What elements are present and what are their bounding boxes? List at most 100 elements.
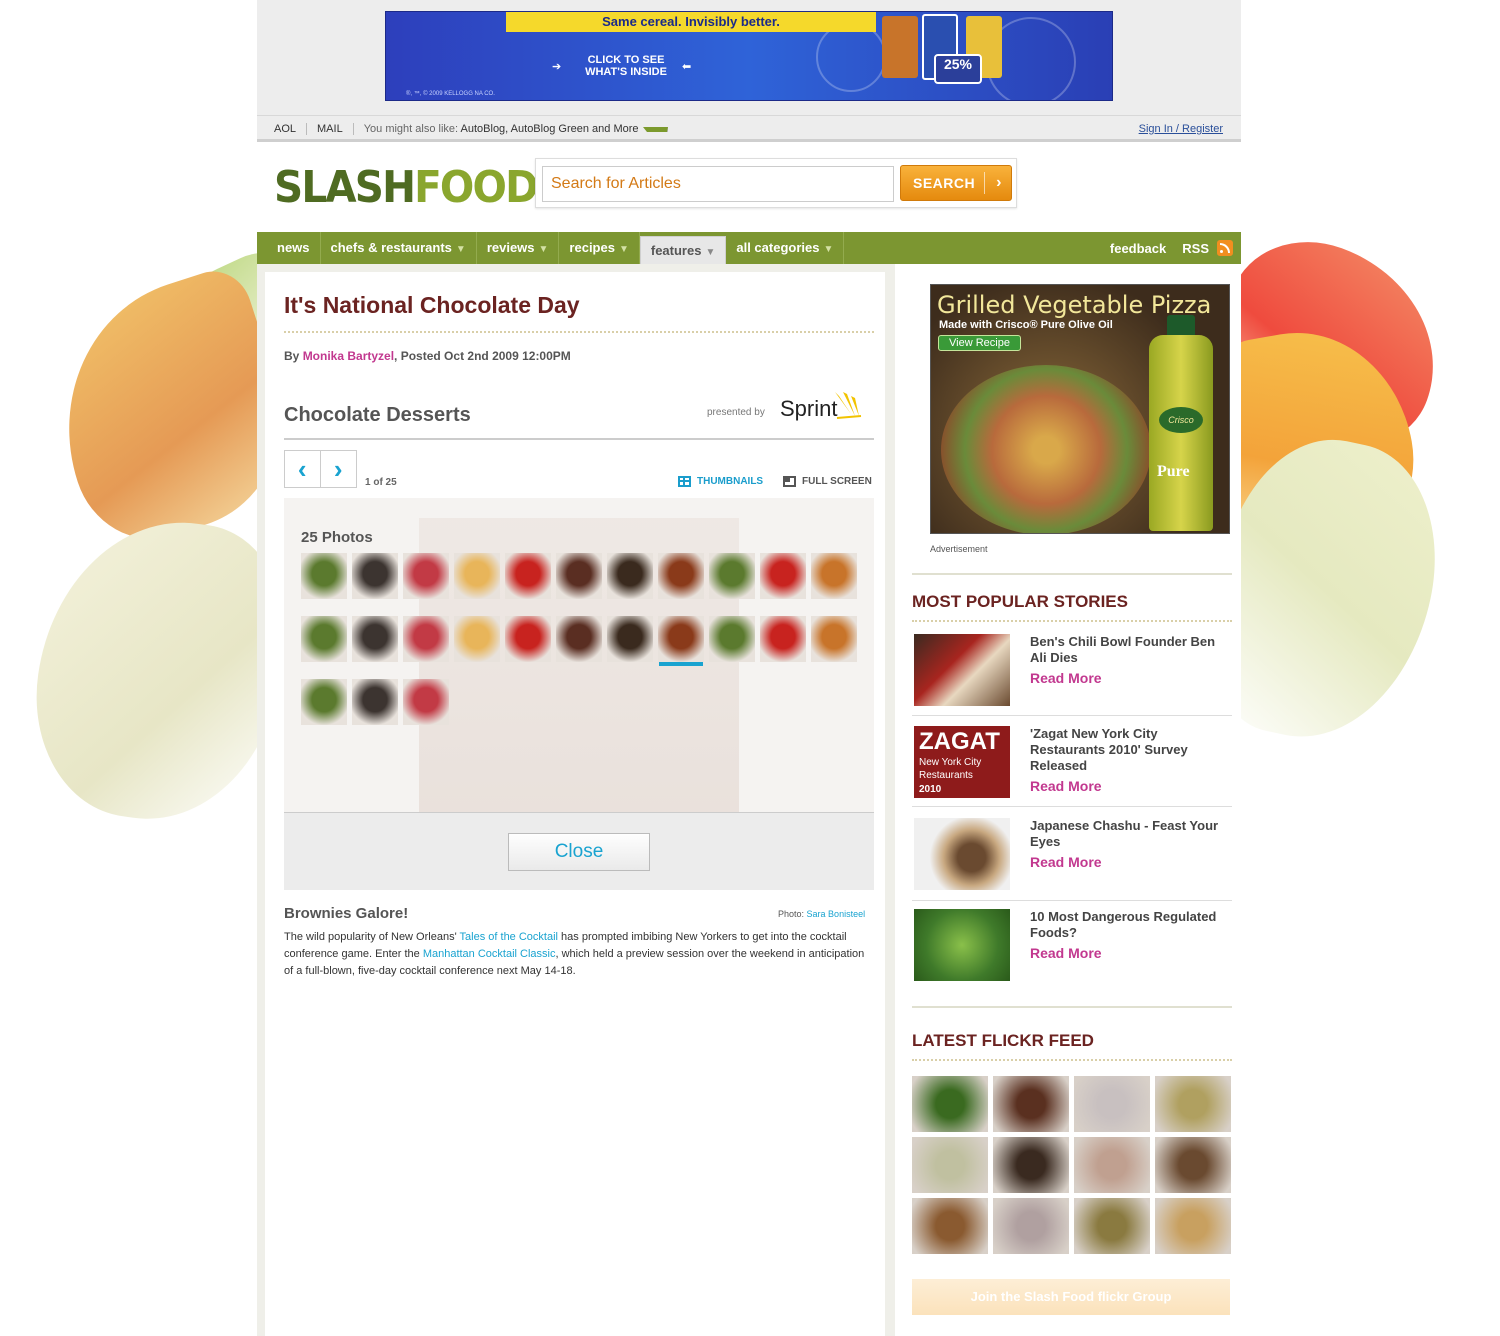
- flickr-photo[interactable]: [993, 1076, 1069, 1132]
- gallery-thumbnail[interactable]: [454, 553, 500, 599]
- author-link[interactable]: Monika Bartyzel: [303, 349, 394, 363]
- story-thumbnail[interactable]: [914, 909, 1010, 981]
- previous-button[interactable]: ‹: [285, 451, 321, 487]
- also-links[interactable]: AutoBlog, AutoBlog Green: [461, 123, 589, 135]
- flickr-photo[interactable]: [912, 1198, 988, 1254]
- gallery-thumbnail[interactable]: [709, 553, 755, 599]
- gallery-thumbnail[interactable]: [709, 616, 755, 662]
- nav-tab[interactable]: features ▼: [639, 236, 727, 264]
- flickr-photo[interactable]: [1155, 1198, 1231, 1254]
- story-item[interactable]: Japanese Chashu - Feast Your Eyes Read M…: [912, 818, 1232, 904]
- join-flickr-group-button[interactable]: Join the Slash Food flickr Group: [912, 1279, 1230, 1315]
- site-logo[interactable]: SLASHFOOD: [274, 162, 539, 213]
- gallery-thumbnail[interactable]: [301, 553, 347, 599]
- caret-down-icon[interactable]: [642, 126, 668, 132]
- section-divider: [912, 573, 1232, 575]
- story-item[interactable]: ZAGAT New York City Restaurants 2010 'Za…: [912, 726, 1232, 812]
- sidebar-ad[interactable]: Crisco Pure Grilled Vegetable Pizza Made…: [930, 284, 1230, 534]
- nav-tab[interactable]: news: [267, 232, 321, 264]
- signin-link[interactable]: Sign In / Register: [1139, 123, 1223, 135]
- search-input[interactable]: Search for Articles: [542, 166, 894, 202]
- gallery-thumbnail[interactable]: [760, 553, 806, 599]
- gallery-thumbnail[interactable]: [352, 616, 398, 662]
- gallery-thumbnail[interactable]: [505, 553, 551, 599]
- rss-icon[interactable]: [1217, 240, 1233, 256]
- dropdown-arrow-icon[interactable]: ▼: [456, 244, 466, 255]
- nav-tab[interactable]: reviews ▼: [477, 232, 560, 264]
- gallery-thumbnail[interactable]: [760, 616, 806, 662]
- gallery-thumbnail[interactable]: [811, 616, 857, 662]
- flickr-photo[interactable]: [912, 1076, 988, 1132]
- story-headline[interactable]: 10 Most Dangerous Regulated Foods?: [1030, 909, 1220, 941]
- dropdown-arrow-icon[interactable]: ▼: [705, 247, 715, 258]
- search-button[interactable]: SEARCH ›: [900, 165, 1012, 201]
- story-thumbnail[interactable]: ZAGAT New York City Restaurants 2010: [914, 726, 1010, 798]
- flickr-photo[interactable]: [1074, 1076, 1150, 1132]
- read-more-link[interactable]: Read More: [1030, 945, 1102, 961]
- mail-link[interactable]: MAIL: [307, 123, 354, 135]
- flickr-photo[interactable]: [1155, 1137, 1231, 1193]
- gallery-thumbnail[interactable]: [454, 616, 500, 662]
- flickr-photo[interactable]: [912, 1137, 988, 1193]
- content-area: It's National Chocolate Day By Monika Ba…: [257, 264, 1241, 1336]
- story-headline[interactable]: 'Zagat New York City Restaurants 2010' S…: [1030, 726, 1220, 774]
- gallery-thumbnail[interactable]: [352, 553, 398, 599]
- flickr-photo[interactable]: [1074, 1198, 1150, 1254]
- gallery-thumbnail[interactable]: [556, 553, 602, 599]
- manhattan-cocktail-classic-link[interactable]: Manhattan Cocktail Classic: [423, 948, 556, 960]
- aol-link[interactable]: AOL: [274, 123, 308, 135]
- gallery-thumbnail[interactable]: [658, 616, 704, 662]
- gallery-thumbnail[interactable]: [301, 616, 347, 662]
- gallery-thumbnail[interactable]: [403, 553, 449, 599]
- nav-tab[interactable]: chefs & restaurants ▼: [321, 232, 477, 264]
- nav-tab[interactable]: recipes ▼: [559, 232, 640, 264]
- nav-tab-label: chefs & restaurants: [330, 240, 452, 255]
- story-headline[interactable]: Japanese Chashu - Feast Your Eyes: [1030, 818, 1220, 850]
- read-more-link[interactable]: Read More: [1030, 778, 1102, 794]
- thumbnail-overlay: 25 Photos Close: [284, 498, 874, 890]
- read-more-link[interactable]: Read More: [1030, 854, 1102, 870]
- dropdown-arrow-icon[interactable]: ▼: [823, 244, 833, 255]
- story-item[interactable]: Ben's Chili Bowl Founder Ben Ali Dies Re…: [912, 634, 1232, 720]
- gallery-thumbnail[interactable]: [352, 679, 398, 725]
- read-more-link[interactable]: Read More: [1030, 670, 1102, 686]
- gallery-thumbnail[interactable]: [556, 616, 602, 662]
- photo-credit-link[interactable]: Sara Bonisteel: [807, 909, 866, 919]
- flickr-photo[interactable]: [993, 1137, 1069, 1193]
- nav-tab-label: recipes: [569, 240, 615, 255]
- story-item[interactable]: 10 Most Dangerous Regulated Foods? Read …: [912, 909, 1232, 995]
- rss-link[interactable]: RSS: [1182, 241, 1209, 256]
- next-button[interactable]: ›: [321, 451, 357, 487]
- view-recipe-button[interactable]: View Recipe: [938, 335, 1021, 351]
- gallery-thumbnail[interactable]: [607, 616, 653, 662]
- flickr-photo[interactable]: [1074, 1137, 1150, 1193]
- gallery-thumbnail[interactable]: [658, 553, 704, 599]
- gallery-thumbnail[interactable]: [607, 553, 653, 599]
- fullscreen-button[interactable]: FULL SCREEN: [783, 476, 872, 487]
- gallery-thumbnail[interactable]: [301, 679, 347, 725]
- flickr-photo[interactable]: [1155, 1076, 1231, 1132]
- sponsor-logo[interactable]: Sprint: [780, 396, 837, 422]
- gallery-title: Chocolate Desserts: [284, 404, 471, 426]
- story-thumbnail[interactable]: [914, 818, 1010, 890]
- button-separator: [984, 172, 985, 194]
- story-thumbnail[interactable]: [914, 634, 1010, 706]
- dropdown-arrow-icon[interactable]: ▼: [539, 244, 549, 255]
- story-headline[interactable]: Ben's Chili Bowl Founder Ben Ali Dies: [1030, 634, 1220, 666]
- banner-ad[interactable]: Same cereal. Invisibly better. ➔ CLICK T…: [385, 11, 1113, 101]
- feedback-link[interactable]: feedback: [1110, 241, 1166, 256]
- gallery-thumbnail[interactable]: [403, 616, 449, 662]
- flickr-photo[interactable]: [993, 1198, 1069, 1254]
- more-link[interactable]: and More: [592, 123, 638, 135]
- section-dotline: [912, 620, 1232, 622]
- tales-of-the-cocktail-link[interactable]: Tales of the Cocktail: [460, 931, 558, 943]
- gallery-thumbnail[interactable]: [403, 679, 449, 725]
- pizza-image: [941, 365, 1151, 533]
- gallery-thumbnail[interactable]: [811, 553, 857, 599]
- close-button[interactable]: Close: [508, 833, 650, 871]
- gallery-nav-buttons: ‹ ›: [284, 450, 357, 488]
- gallery-thumbnail[interactable]: [505, 616, 551, 662]
- nav-tab[interactable]: all categories ▼: [726, 232, 845, 264]
- dropdown-arrow-icon[interactable]: ▼: [619, 244, 629, 255]
- thumbnails-button[interactable]: THUMBNAILS: [678, 476, 763, 487]
